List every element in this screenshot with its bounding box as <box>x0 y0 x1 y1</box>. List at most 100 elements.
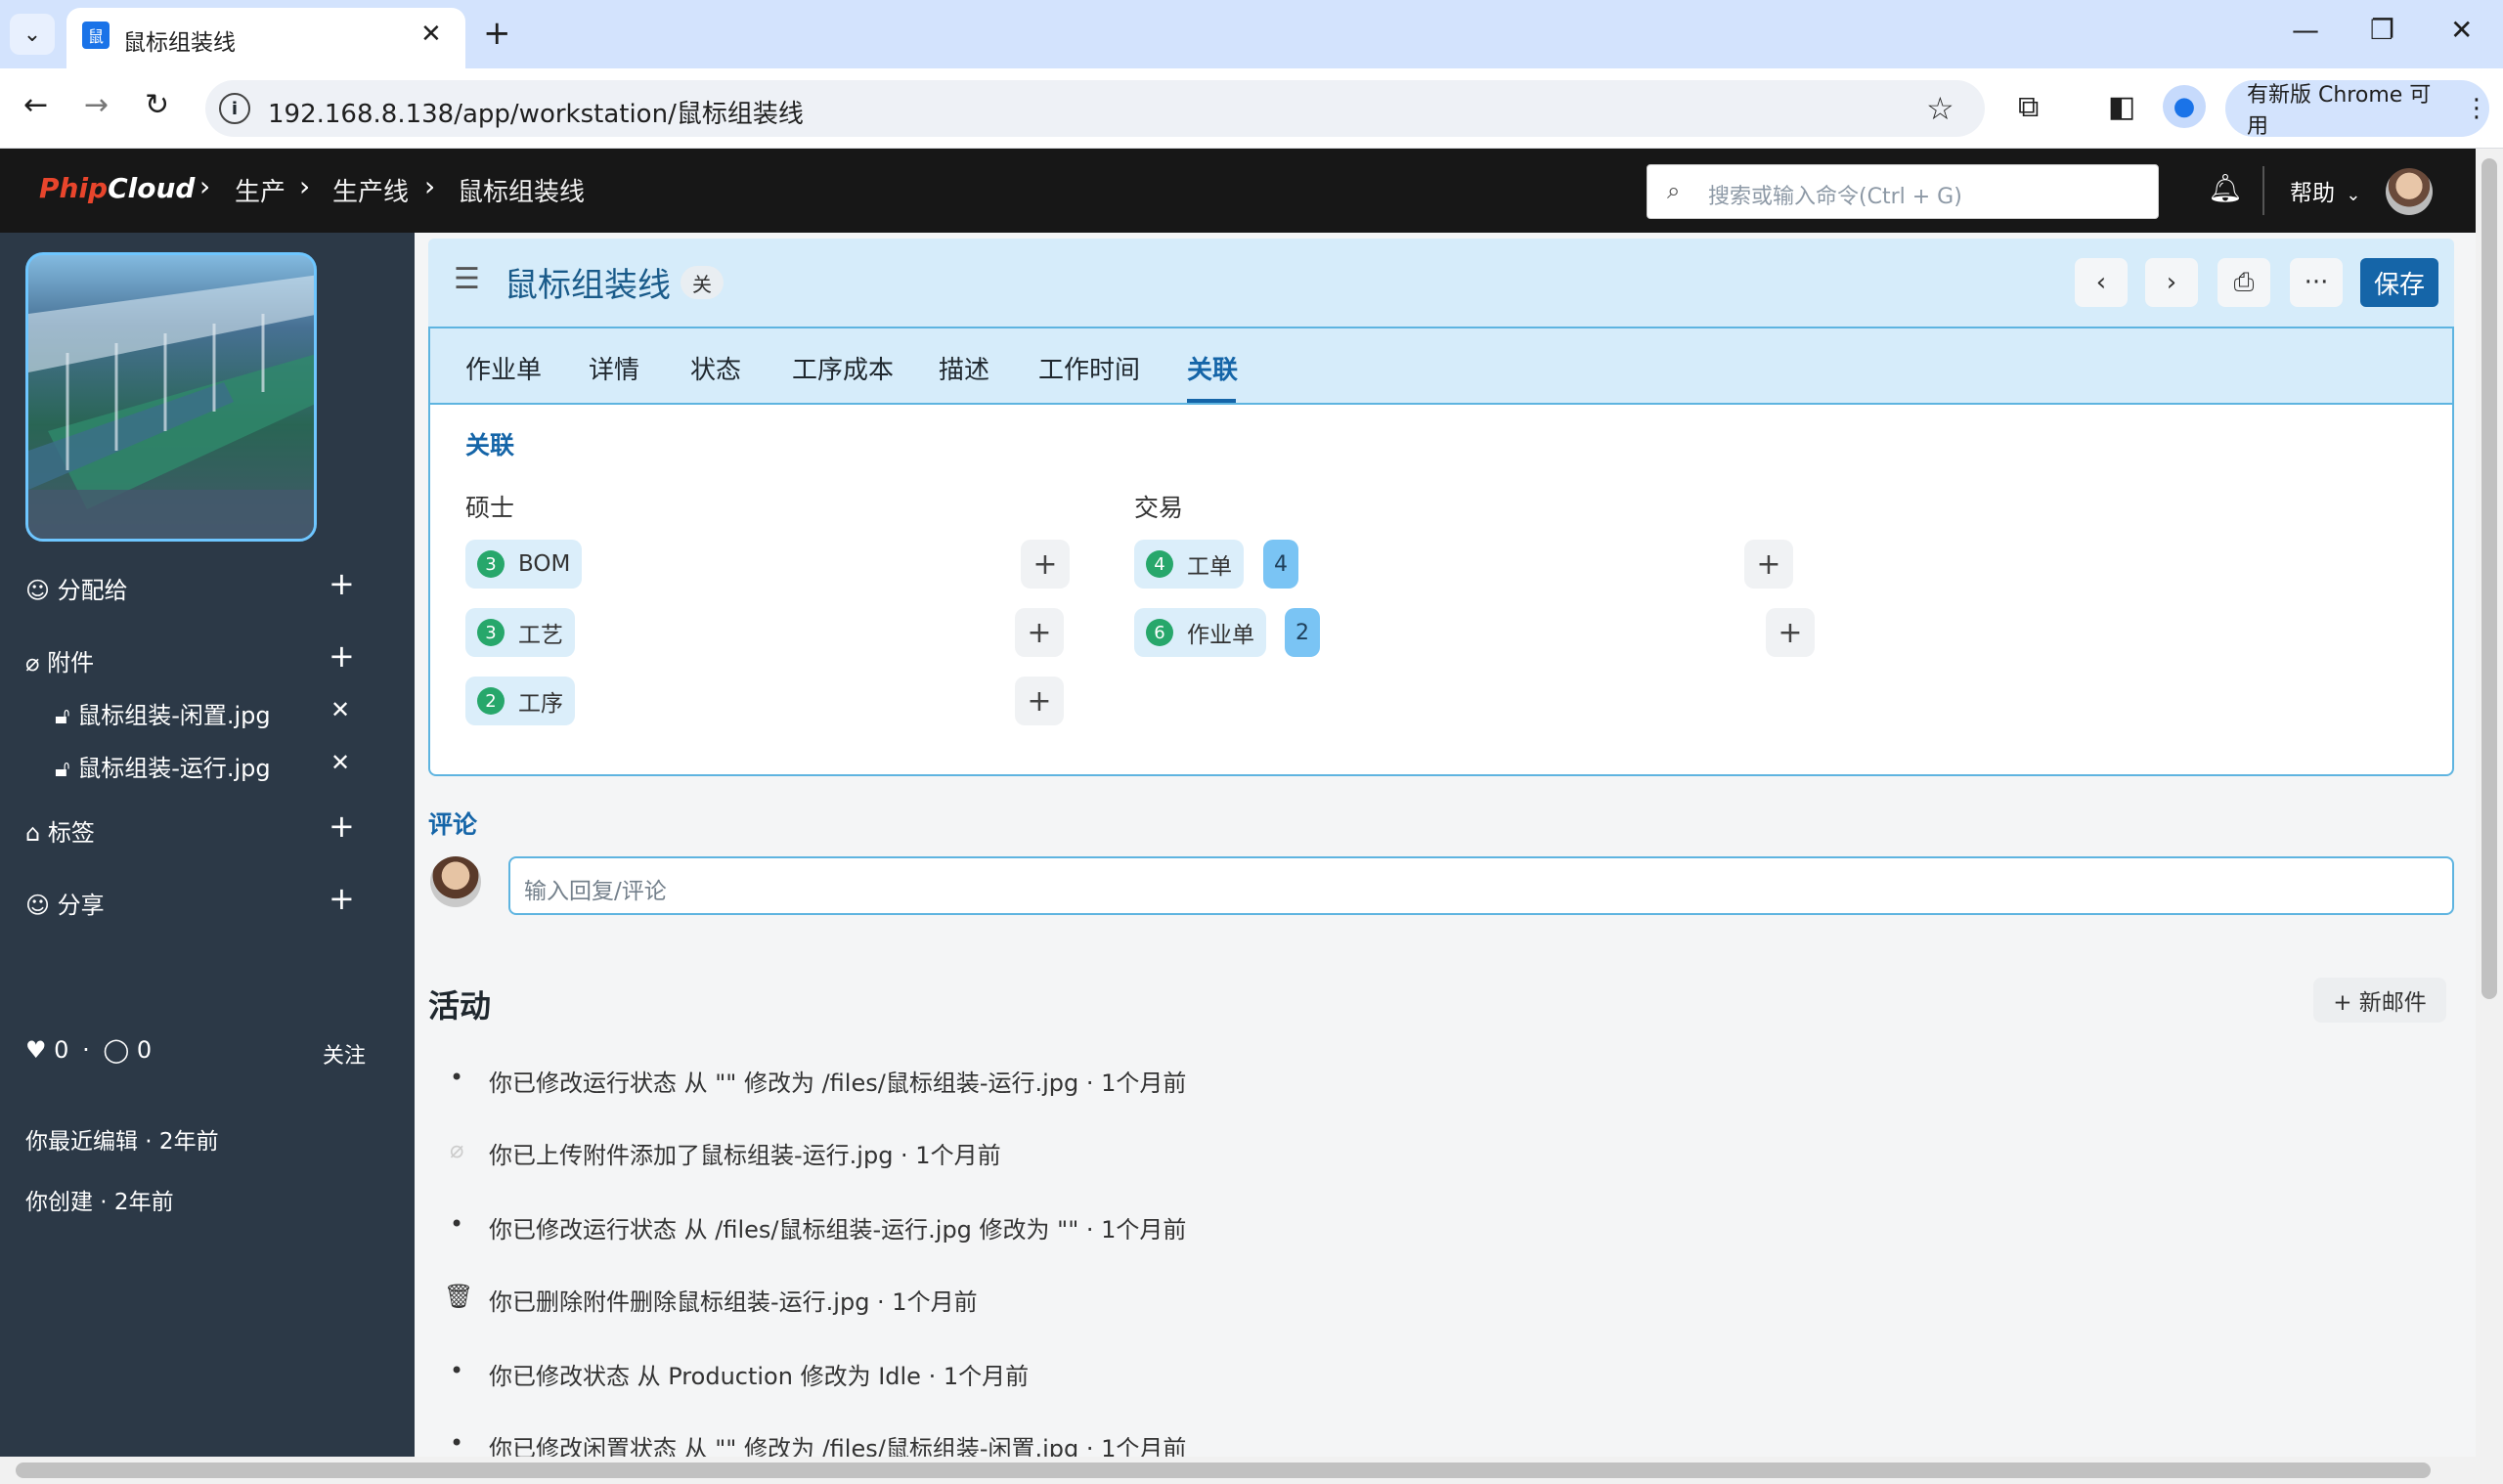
share-label: 分享 <box>57 892 105 919</box>
group-title: 交易 <box>1134 494 1184 522</box>
tab-operation-cost[interactable]: 工序成本 <box>792 350 894 386</box>
activity-item: 你已修改状态 从 Production 修改为 Idle · 1个月前 <box>489 1363 1030 1390</box>
search-input[interactable]: ⌕ 搜索或输入命令(Ctrl + G) <box>1647 164 2159 219</box>
attachment-name[interactable]: 鼠标组装-运行.jpg <box>77 755 270 782</box>
tab-search-dropdown-icon[interactable]: ⌄ <box>10 14 55 55</box>
link-label: 工序 <box>518 691 563 717</box>
new-email-button[interactable]: + 新邮件 <box>2313 978 2446 1023</box>
chrome-update-button[interactable]: 有新版 Chrome 可用 ⋮ <box>2225 80 2489 139</box>
logo[interactable]: PhipCloud <box>39 172 195 204</box>
add-operation-button[interactable]: + <box>1015 677 1064 725</box>
search-placeholder: 搜索或输入命令(Ctrl + G) <box>1708 185 1962 209</box>
tags-header: ⌂ 标签 <box>25 813 95 848</box>
page-title: 鼠标组装线 <box>505 266 671 305</box>
chevron-left-icon: ‹ <box>2095 268 2107 297</box>
link-routing[interactable]: 3 工艺 <box>465 608 575 657</box>
add-work-order-button[interactable]: + <box>1744 540 1793 589</box>
more-actions-button[interactable]: ··· <box>2290 258 2343 307</box>
hamburger-menu-icon[interactable]: ☰ <box>454 262 480 296</box>
breadcrumb-production-line[interactable]: 生产线 <box>332 172 409 208</box>
browser-tab[interactable]: 鼠 鼠标组装线 ✕ <box>66 8 465 68</box>
side-panel-icon[interactable]: ◧ <box>2108 90 2135 124</box>
attachment-name[interactable]: 鼠标组装-闲置.jpg <box>77 702 270 729</box>
new-tab-icon[interactable]: + <box>483 14 511 53</box>
remove-attachment-icon[interactable]: ✕ <box>330 696 350 723</box>
chevron-right-icon: › <box>299 170 311 202</box>
link-bom[interactable]: 3 BOM <box>465 540 583 589</box>
comments-title: 评论 <box>428 810 478 839</box>
profile-icon[interactable]: ● <box>2163 85 2206 128</box>
comment-input[interactable]: 输入回复/评论 <box>508 856 2454 915</box>
add-share-icon[interactable]: + <box>329 880 355 917</box>
site-info-icon[interactable]: i <box>219 93 250 124</box>
add-job-card-button[interactable]: + <box>1766 608 1815 657</box>
workstation-image[interactable] <box>25 252 317 542</box>
notification-bell-icon[interactable]: 🔔︎ <box>2208 172 2243 204</box>
assign-label: 分配给 <box>57 577 128 604</box>
print-button[interactable]: ⎙ <box>2218 258 2270 307</box>
address-bar[interactable]: i 192.168.8.138/app/workstation/鼠标组装线 ☆ <box>205 80 1985 137</box>
assign-to[interactable]: ☺ 分配给 <box>25 571 128 605</box>
link-work-order[interactable]: 4 工单 <box>1134 540 1244 589</box>
attachments-header: ⌀ 附件 <box>25 643 94 677</box>
browser-tab-bar: ⌄ 鼠 鼠标组装线 ✕ + — ❐ ✕ <box>0 0 2503 68</box>
chevron-down-icon: ⌄ <box>2346 185 2361 205</box>
open-count-badge[interactable]: 2 <box>1285 608 1320 657</box>
add-routing-button[interactable]: + <box>1015 608 1064 657</box>
chevron-right-icon: › <box>2166 268 2177 297</box>
save-button[interactable]: 保存 <box>2360 258 2438 307</box>
paperclip-icon: ⌀ <box>450 1136 464 1163</box>
tab-connections[interactable]: 关联 <box>1187 350 1238 386</box>
follow-link[interactable]: 关注 <box>323 1038 366 1069</box>
url-text[interactable]: 192.168.8.138/app/workstation/鼠标组装线 <box>268 94 804 130</box>
tab-description[interactable]: 描述 <box>939 350 989 386</box>
breadcrumb-production[interactable]: 生产 <box>235 172 285 208</box>
window-close-icon[interactable]: ✕ <box>2450 14 2473 46</box>
forward-icon[interactable]: → <box>84 88 109 122</box>
tab-details[interactable]: 详情 <box>589 350 639 386</box>
comment-icon: ◯ <box>103 1036 130 1064</box>
link-job-card[interactable]: 6 作业单 <box>1134 608 1266 657</box>
open-count-badge[interactable]: 4 <box>1263 540 1298 589</box>
scrollbar-thumb[interactable] <box>16 1462 2431 1478</box>
search-icon: ⌕ <box>1667 177 1681 204</box>
tab-status[interactable]: 状态 <box>690 350 741 386</box>
avatar <box>430 856 481 907</box>
user-avatar[interactable] <box>2386 168 2433 215</box>
link-operation[interactable]: 2 工序 <box>465 677 575 725</box>
extensions-icon[interactable]: ⧉ <box>2018 90 2039 124</box>
heart-icon[interactable]: ♥ <box>25 1036 47 1064</box>
activity-item: 你已删除附件删除鼠标组装-运行.jpg · 1个月前 <box>489 1288 978 1316</box>
previous-record-button[interactable]: ‹ <box>2075 258 2128 307</box>
app-header: PhipCloud › 生产 › 生产线 › 鼠标组装线 ⌕ 搜索或输入命令(C… <box>0 149 2476 233</box>
group-title: 硕士 <box>465 494 515 522</box>
vertical-scrollbar[interactable] <box>2476 149 2503 1457</box>
remove-attachment-icon[interactable]: ✕ <box>330 749 350 776</box>
like-count: 0 <box>54 1036 69 1064</box>
reload-icon[interactable]: ↻ <box>145 88 169 122</box>
help-menu[interactable]: 帮助 ⌄ <box>2290 174 2360 207</box>
add-attachment-icon[interactable]: + <box>329 637 355 675</box>
tab-close-icon[interactable]: ✕ <box>420 20 442 49</box>
add-assign-icon[interactable]: + <box>329 565 355 602</box>
next-record-button[interactable]: › <box>2145 258 2198 307</box>
restore-icon[interactable]: ❐ <box>2370 14 2394 46</box>
add-tag-icon[interactable]: + <box>329 807 355 845</box>
lock-icon: 🔓︎ <box>55 702 70 729</box>
scrollbar-thumb[interactable] <box>2481 158 2497 999</box>
tab-working-hours[interactable]: 工作时间 <box>1038 350 1140 386</box>
tag-icon: ⌂ <box>25 819 41 847</box>
horizontal-scrollbar[interactable] <box>0 1457 2503 1484</box>
minimize-icon[interactable]: — <box>2292 14 2319 46</box>
add-bom-button[interactable]: + <box>1021 540 1070 589</box>
back-icon[interactable]: ← <box>23 88 48 122</box>
breadcrumb-current[interactable]: 鼠标组装线 <box>458 172 585 208</box>
bullet-icon: • <box>450 1429 464 1457</box>
bullet-icon: • <box>450 1210 464 1238</box>
attachment-item[interactable]: 🔓︎ 鼠标组装-运行.jpg <box>55 749 271 783</box>
attachment-item[interactable]: 🔓︎ 鼠标组装-闲置.jpg <box>55 696 271 730</box>
tab-job-card[interactable]: 作业单 <box>465 350 542 386</box>
bookmark-star-icon[interactable]: ☆ <box>1926 90 1954 127</box>
site-favicon-icon: 鼠 <box>82 22 110 49</box>
lock-icon: 🔓︎ <box>55 755 70 782</box>
